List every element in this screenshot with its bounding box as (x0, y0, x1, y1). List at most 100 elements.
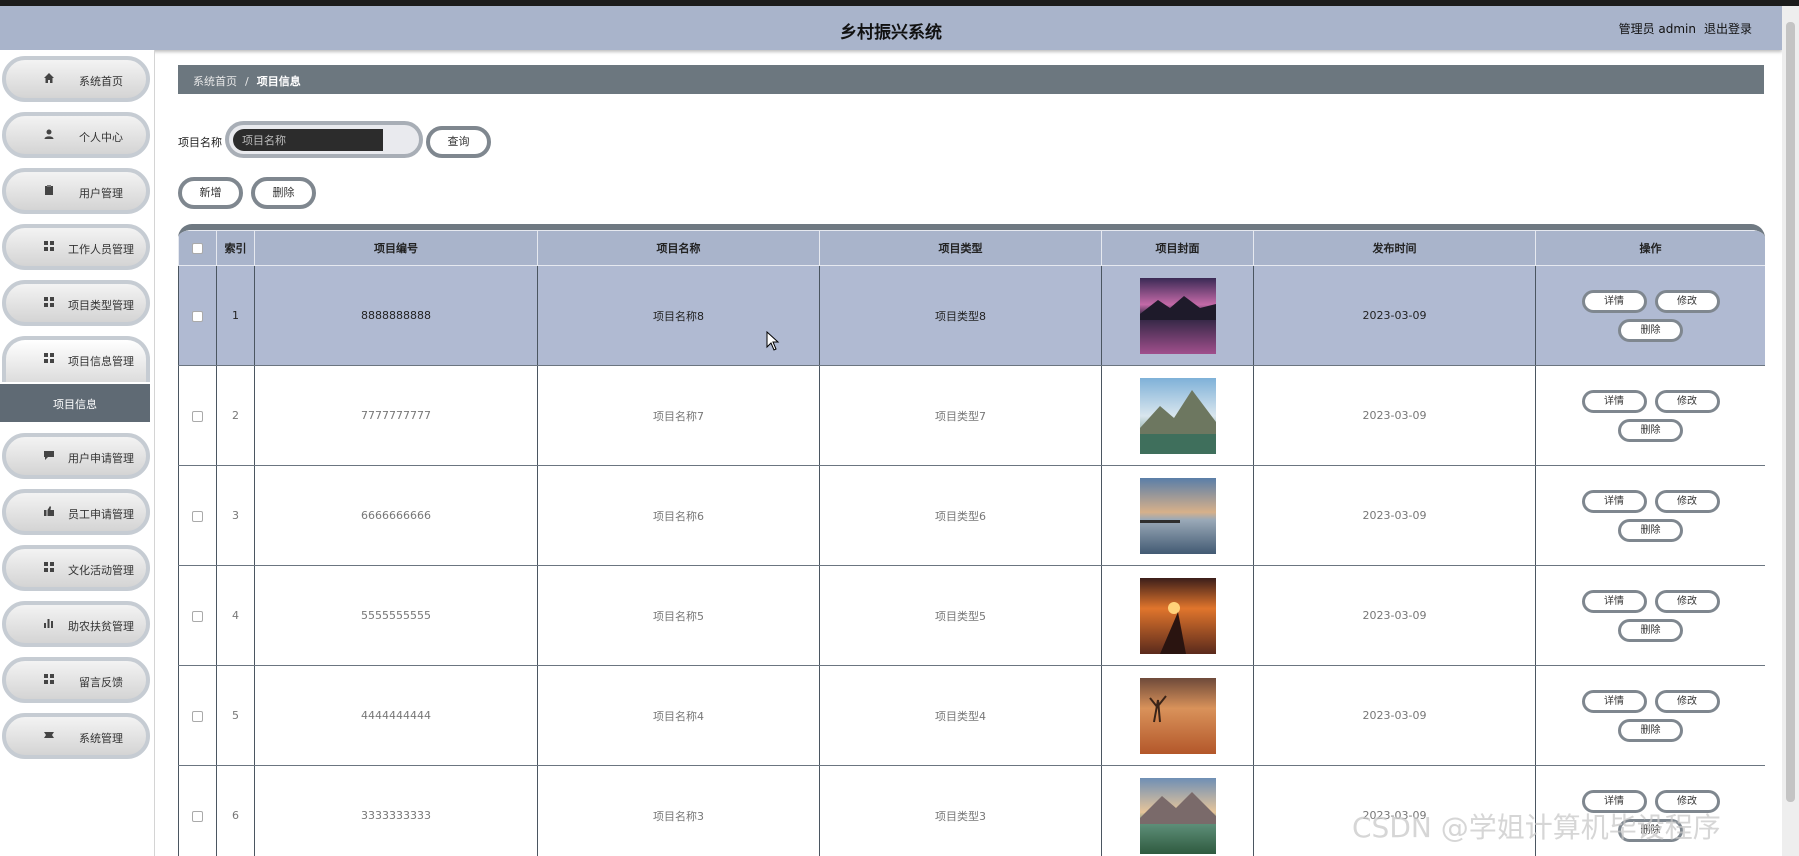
sidebar-subitem-label: 项目信息 (53, 398, 97, 411)
scrollbar-thumb[interactable] (1786, 22, 1795, 802)
sidebar-item-poverty-aid[interactable]: 助农扶贫管理 (2, 601, 150, 647)
project-cover-image[interactable] (1139, 777, 1216, 854)
row-type: 项目类型3 (819, 765, 1102, 856)
grid-icon (42, 352, 56, 366)
sidebar-item-label: 用户管理 (79, 187, 123, 200)
sidebar-item-project-types[interactable]: 项目类型管理 (2, 280, 150, 326)
header-bar: 乡村振兴系统 管理员 admin 退出登录 (0, 6, 1782, 50)
edit-button[interactable]: 修改 (1654, 489, 1720, 513)
row-code: 5555555555 (254, 565, 538, 666)
page-scrollbar[interactable] (1782, 6, 1799, 856)
row-checkbox[interactable] (192, 610, 203, 622)
breadcrumb-home[interactable]: 系统首页 (193, 75, 237, 88)
row-code: 3333333333 (254, 765, 538, 856)
detail-button[interactable]: 详情 (1581, 389, 1647, 413)
sidebar-item-staff[interactable]: 工作人员管理 (2, 224, 150, 270)
row-date: 2023-03-09 (1253, 265, 1536, 366)
sidebar-item-label: 用户申请管理 (68, 452, 134, 465)
project-cover-image[interactable] (1139, 277, 1216, 354)
logout-link[interactable]: 退出登录 (1704, 22, 1752, 36)
table-row[interactable]: 3 6666666666 项目名称6 项目类型6 2023-03-09 详情 修改… (178, 465, 1765, 566)
sidebar-item-profile[interactable]: 个人中心 (2, 112, 150, 158)
row-code: 8888888888 (254, 265, 538, 366)
edit-button[interactable]: 修改 (1654, 589, 1720, 613)
column-header: 操作 (1535, 230, 1765, 266)
row-date: 2023-03-09 (1253, 365, 1536, 466)
row-date: 2023-03-09 (1253, 565, 1536, 666)
sidebar-item-label: 项目信息管理 (68, 355, 134, 368)
sidebar-item-feedback[interactable]: 留言反馈 (2, 657, 150, 703)
detail-button[interactable]: 详情 (1581, 589, 1647, 613)
row-name: 项目名称6 (537, 465, 820, 566)
row-checkbox[interactable] (192, 810, 203, 822)
grid-icon (42, 296, 56, 310)
delete-button[interactable]: 删除 (1618, 518, 1683, 542)
batch-delete-button[interactable]: 删除 (251, 177, 316, 209)
edit-button[interactable]: 修改 (1654, 289, 1720, 313)
sidebar-item-label: 文化活动管理 (68, 564, 134, 577)
project-cover-image[interactable] (1139, 477, 1216, 554)
bar-chart-icon (42, 617, 56, 631)
grid-icon (42, 673, 56, 687)
row-type: 项目类型6 (819, 465, 1102, 566)
row-code: 4444444444 (254, 665, 538, 766)
row-code: 7777777777 (254, 365, 538, 466)
search-field-wrapper (225, 121, 423, 158)
sidebar-subitem-project-info[interactable]: 项目信息 (0, 384, 150, 422)
breadcrumb: 系统首页 / 项目信息 (178, 65, 1764, 94)
row-checkbox[interactable] (192, 310, 203, 322)
column-header: 索引 (216, 230, 255, 266)
delete-button[interactable]: 删除 (1618, 318, 1683, 342)
table-row[interactable]: 5 4444444444 项目名称4 项目类型4 2023-03-09 详情 修改… (178, 665, 1765, 766)
table-row[interactable]: 2 7777777777 项目名称7 项目类型7 2023-03-09 详情 修改… (178, 365, 1765, 466)
delete-button[interactable]: 删除 (1618, 618, 1683, 642)
detail-button[interactable]: 详情 (1581, 289, 1647, 313)
row-checkbox[interactable] (192, 710, 203, 722)
row-index: 1 (216, 265, 255, 366)
user-name: 管理员 admin (1618, 22, 1696, 36)
edit-button[interactable]: 修改 (1654, 389, 1720, 413)
project-cover-image[interactable] (1139, 577, 1216, 654)
edit-button[interactable]: 修改 (1654, 689, 1720, 713)
grid-icon (42, 561, 56, 575)
home-icon (42, 72, 56, 86)
project-cover-image[interactable] (1139, 377, 1216, 454)
row-checkbox[interactable] (192, 510, 203, 522)
add-button[interactable]: 新增 (178, 177, 243, 209)
delete-button[interactable]: 删除 (1618, 418, 1683, 442)
column-header: 发布时间 (1253, 230, 1536, 266)
delete-button[interactable]: 删除 (1618, 718, 1683, 742)
row-index: 5 (216, 665, 255, 766)
row-name: 项目名称3 (537, 765, 820, 856)
app-title: 乡村振兴系统 (840, 23, 942, 43)
sidebar-item-home[interactable]: 系统首页 (2, 56, 150, 102)
select-all-checkbox[interactable] (192, 243, 203, 254)
sidebar-item-system[interactable]: 系统管理 (2, 713, 150, 759)
search-button[interactable]: 查询 (426, 126, 491, 158)
ticket-icon (42, 729, 56, 743)
project-table: 索引 项目编号 项目名称 项目类型 项目封面 发布时间 操作 1 8888888… (178, 230, 1765, 856)
row-type: 项目类型5 (819, 565, 1102, 666)
sidebar-item-staff-applications[interactable]: 员工申请管理 (2, 489, 150, 535)
sidebar: 系统首页 个人中心 用户管理 工作人员管理 项目类型管理 项目信息管理 项目信息… (0, 50, 155, 856)
row-name: 项目名称7 (537, 365, 820, 466)
row-name: 项目名称4 (537, 665, 820, 766)
search-input[interactable] (233, 129, 383, 151)
column-header: 项目编号 (254, 230, 538, 266)
project-table-container: 索引 项目编号 项目名称 项目类型 项目封面 发布时间 操作 1 8888888… (178, 224, 1765, 856)
sidebar-item-label: 助农扶贫管理 (68, 620, 134, 633)
sidebar-item-culture[interactable]: 文化活动管理 (2, 545, 150, 591)
sidebar-item-user-applications[interactable]: 用户申请管理 (2, 433, 150, 479)
row-checkbox[interactable] (192, 410, 203, 422)
project-cover-image[interactable] (1139, 677, 1216, 754)
sidebar-item-label: 个人中心 (79, 131, 123, 144)
detail-button[interactable]: 详情 (1581, 489, 1647, 513)
sidebar-item-project-info[interactable]: 项目信息管理 (2, 336, 150, 382)
row-type: 项目类型4 (819, 665, 1102, 766)
search-label: 项目名称 (178, 136, 222, 149)
table-row[interactable]: 1 8888888888 项目名称8 项目类型8 2023-03-09 详情 修改… (178, 265, 1765, 366)
sidebar-item-users[interactable]: 用户管理 (2, 168, 150, 214)
table-row[interactable]: 4 5555555555 项目名称5 项目类型5 2023-03-09 详情 修改… (178, 565, 1765, 666)
detail-button[interactable]: 详情 (1581, 689, 1647, 713)
row-type: 项目类型7 (819, 365, 1102, 466)
